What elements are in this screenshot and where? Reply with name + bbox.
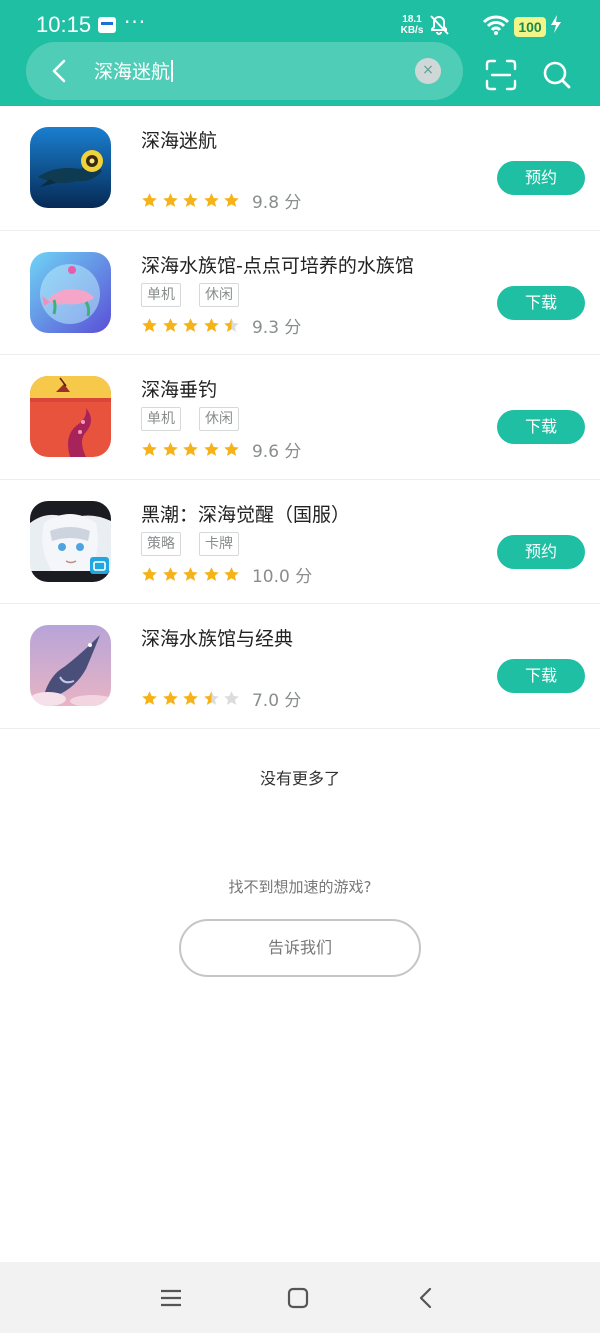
- star-full-icon: [142, 566, 157, 581]
- tag: 单机: [141, 407, 181, 431]
- game-name: 黑潮：深海觉醒（国服）: [141, 503, 351, 526]
- game-item[interactable]: 深海垂钓 单机 休闲 9.6 分 下载: [0, 355, 600, 480]
- charging-icon: [551, 15, 561, 33]
- game-rating: 10.0 分: [141, 562, 312, 587]
- search-input[interactable]: 深海迷航: [94, 57, 174, 84]
- rating-score: 9.3 分: [251, 317, 302, 338]
- star-full-icon: [162, 691, 178, 705]
- star-full-icon: [203, 317, 219, 332]
- app-notification-icon: [98, 17, 116, 33]
- rating-stars: [141, 441, 244, 458]
- star-full-icon: [224, 442, 240, 456]
- rating-stars: [141, 192, 244, 209]
- game-name: 深海水族馆-点点可培养的水族馆: [141, 254, 414, 277]
- star-full-icon: [162, 442, 178, 456]
- game-item[interactable]: 深海水族馆与经典 7.0 分 下载: [0, 604, 600, 729]
- menu-icon[interactable]: [156, 1284, 186, 1312]
- rating-score: 9.8 分: [251, 193, 302, 213]
- star-full-icon: [162, 317, 178, 332]
- star-full-icon: [203, 566, 219, 581]
- search-icon[interactable]: [540, 58, 574, 92]
- battery-level: 100: [514, 17, 546, 37]
- game-name: 深海水族馆与经典: [141, 628, 294, 650]
- star-half-icon: [224, 317, 240, 332]
- star-full-icon: [142, 193, 157, 207]
- no-more-text: 没有更多了: [259, 769, 340, 788]
- rating-score: 7.0 分: [251, 691, 302, 711]
- home-icon[interactable]: [283, 1284, 313, 1312]
- rating-score: 9.6 分: [251, 442, 302, 462]
- game-list: 深海迷航 9.8 分 预约 深海水族馆-点点可培养的水族馆 单机 休闲 9.3 …: [0, 106, 600, 729]
- star-full-icon: [183, 566, 198, 581]
- header: 10:15 ··· 18.1 KB/s 100 深海迷航 ×: [0, 0, 600, 106]
- game-tags: 策略 卡牌: [141, 531, 257, 556]
- game-rating: 7.0 分: [141, 686, 301, 711]
- game-icon-deep-fishing: [30, 376, 111, 457]
- star-full-icon: [183, 691, 198, 705]
- game-rating: 9.3 分: [141, 313, 301, 338]
- game-tags: 单机 休闲: [141, 282, 257, 307]
- download-button[interactable]: 下载: [497, 410, 585, 444]
- game-name: 深海垂钓: [141, 379, 218, 401]
- network-speed-unit: KB/s: [400, 25, 424, 36]
- star-full-icon: [203, 442, 219, 456]
- back-icon[interactable]: [44, 54, 76, 88]
- star-full-icon: [142, 317, 157, 332]
- tag: 单机: [141, 282, 181, 307]
- star-half-icon: [203, 691, 219, 705]
- wifi-icon: [482, 15, 510, 35]
- mute-icon: [430, 15, 449, 35]
- game-item[interactable]: 深海迷航 9.8 分 预约: [0, 106, 600, 231]
- game-item[interactable]: 深海水族馆-点点可培养的水族馆 单机 休闲 9.3 分 下载: [0, 231, 600, 355]
- back-icon[interactable]: [411, 1284, 441, 1312]
- download-button[interactable]: 下载: [497, 659, 585, 693]
- game-icon-subnautica: [30, 127, 111, 208]
- star-full-icon: [162, 193, 178, 207]
- star-full-icon: [162, 566, 178, 581]
- text-cursor: [171, 60, 174, 82]
- star-full-icon: [142, 442, 157, 456]
- game-rating: 9.8 分: [141, 188, 301, 213]
- rating-stars: [141, 690, 244, 707]
- rating-stars: [141, 566, 244, 583]
- star-full-icon: [183, 442, 198, 456]
- navigation-bar: [0, 1262, 600, 1333]
- star-full-icon: [224, 193, 240, 207]
- network-speed: 18.1 KB/s: [398, 14, 426, 36]
- star-empty-icon: [224, 691, 240, 705]
- game-icon-whale: [30, 625, 111, 706]
- game-item[interactable]: 黑潮：深海觉醒（国服） 策略 卡牌 10.0 分 预约: [0, 480, 600, 604]
- tell-us-button[interactable]: 告诉我们: [179, 919, 421, 977]
- network-speed-value: 18.1: [402, 14, 422, 25]
- rating-score: 10.0 分: [251, 566, 313, 587]
- game-rating: 9.6 分: [141, 437, 301, 462]
- clear-search-button[interactable]: ×: [415, 58, 441, 84]
- tag: 卡牌: [199, 531, 239, 556]
- tag: 策略: [141, 531, 181, 556]
- star-full-icon: [183, 193, 198, 207]
- game-icon-aquarium: [30, 251, 111, 333]
- star-full-icon: [183, 317, 198, 332]
- download-button[interactable]: 下载: [497, 285, 585, 320]
- scan-icon[interactable]: [484, 58, 518, 92]
- star-full-icon: [203, 193, 219, 207]
- star-full-icon: [224, 566, 240, 581]
- star-full-icon: [142, 691, 157, 705]
- not-found-prompt: 找不到想加速的游戏?: [228, 878, 372, 896]
- game-tags: 单机 休闲: [141, 407, 257, 431]
- more-notifications-icon: ···: [124, 10, 147, 34]
- game-name: 深海迷航: [141, 130, 218, 152]
- tag: 休闲: [199, 282, 239, 307]
- reserve-button[interactable]: 预约: [497, 534, 585, 569]
- search-bar[interactable]: 深海迷航 ×: [26, 42, 463, 100]
- status-time: 10:15: [36, 12, 92, 37]
- tag: 休闲: [199, 407, 239, 431]
- game-icon-black-tide: [30, 500, 111, 582]
- rating-stars: [141, 317, 244, 334]
- reserve-button[interactable]: 预约: [497, 161, 585, 195]
- search-query: 深海迷航: [94, 61, 171, 83]
